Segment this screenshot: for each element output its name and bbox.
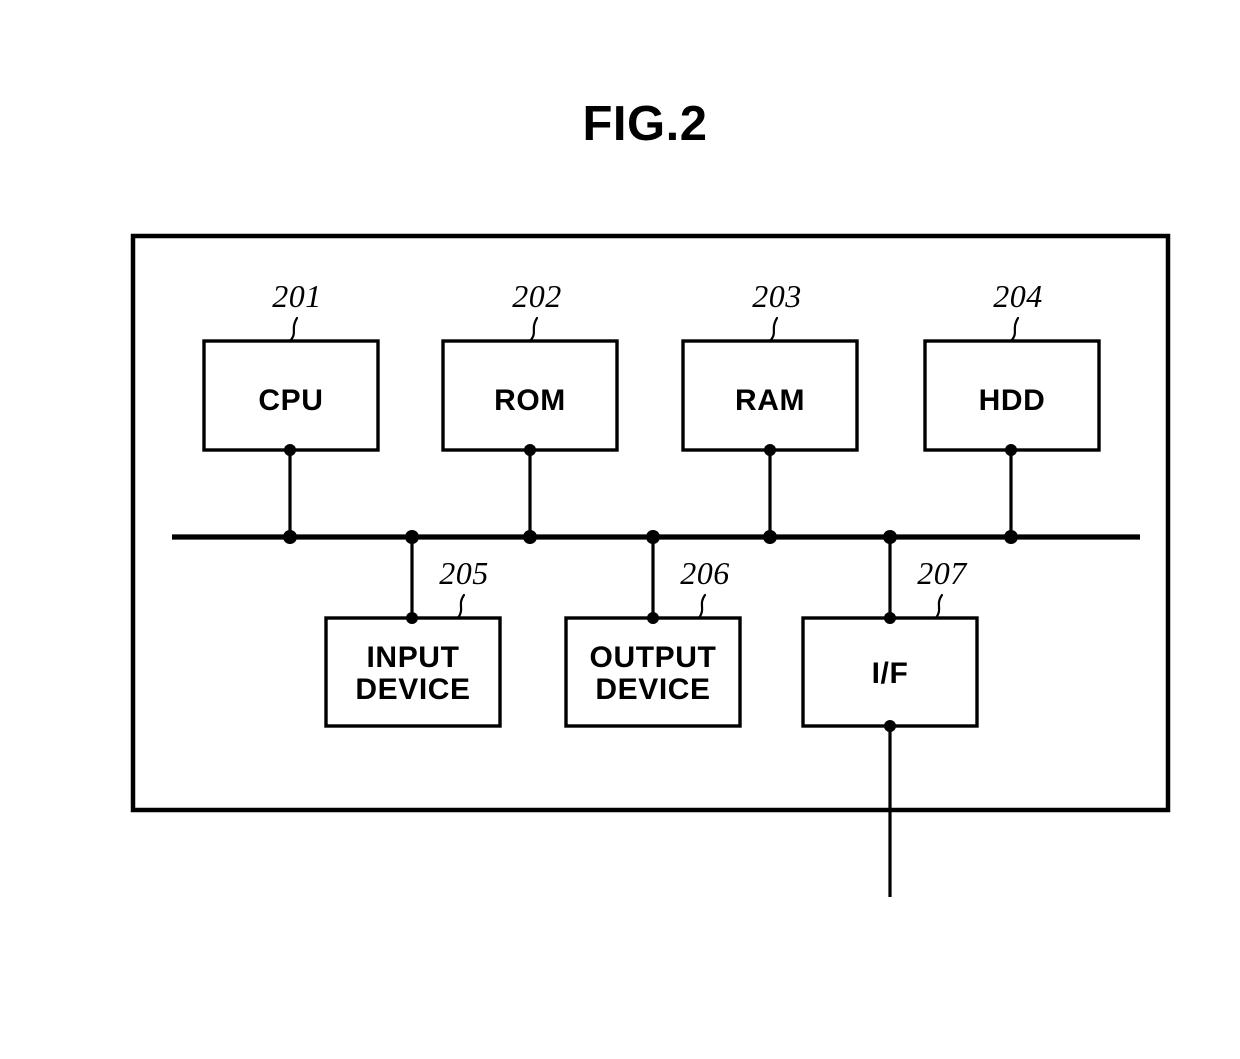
junction-dot-ram-bottom [764, 444, 776, 456]
leader-line-206 [697, 593, 707, 620]
unit-cpu-label: CPU [258, 384, 323, 417]
reference-numeral-207: 207 [917, 555, 968, 591]
figure-title: FIG.2 [582, 97, 707, 151]
unit-rom: ROM 202 [441, 278, 619, 456]
unit-output-device-label-line2: DEVICE [595, 673, 710, 706]
unit-ram: RAM 203 [681, 278, 859, 456]
leader-line-203 [768, 316, 779, 343]
junction-dot-if-bottom [884, 720, 896, 732]
unit-hdd-label: HDD [979, 384, 1046, 417]
reference-numeral-204: 204 [993, 278, 1043, 314]
leader-line-202 [528, 316, 539, 343]
unit-cpu: CPU 201 [202, 278, 380, 456]
block-diagram-canvas: FIG.2 CPU 201 ROM 202 RAM 203 HDD 204 IN… [130, 97, 1171, 897]
unit-if-label: I/F [872, 657, 909, 690]
junction-dot-output-device-top [647, 612, 659, 624]
bus-junction-dot-if [883, 530, 897, 544]
bus-junction-dot-cpu [283, 530, 297, 544]
bus-junction-dot-input-device [405, 530, 419, 544]
unit-ram-label: RAM [735, 384, 805, 417]
reference-numeral-206: 206 [680, 555, 730, 591]
leader-line-205 [456, 593, 466, 620]
junction-dot-if-top [884, 612, 896, 624]
junction-dot-hdd-bottom [1005, 444, 1017, 456]
reference-numeral-203: 203 [752, 278, 802, 314]
unit-input-device-label-line2: DEVICE [355, 673, 470, 706]
bus-junction-dot-hdd [1004, 530, 1018, 544]
bus-junction-dot-ram [763, 530, 777, 544]
bus-junction-dot-output-device [646, 530, 660, 544]
reference-numeral-201: 201 [272, 278, 322, 314]
reference-numeral-205: 205 [439, 555, 489, 591]
junction-dot-input-device-top [406, 612, 418, 624]
bus-junction-dot-rom [523, 530, 537, 544]
figure-container: FIG.2 CPU 201 ROM 202 RAM 203 HDD 204 IN… [0, 0, 1240, 1059]
unit-input-device-label-line1: INPUT [367, 641, 460, 674]
leader-line-204 [1009, 316, 1020, 343]
junction-dot-rom-bottom [524, 444, 536, 456]
junction-dot-cpu-bottom [284, 444, 296, 456]
unit-hdd: HDD 204 [923, 278, 1101, 456]
reference-numeral-202: 202 [512, 278, 562, 314]
leader-line-201 [288, 316, 299, 343]
unit-rom-label: ROM [494, 384, 566, 417]
leader-line-207 [934, 593, 944, 620]
unit-output-device-label-line1: OUTPUT [590, 641, 717, 674]
